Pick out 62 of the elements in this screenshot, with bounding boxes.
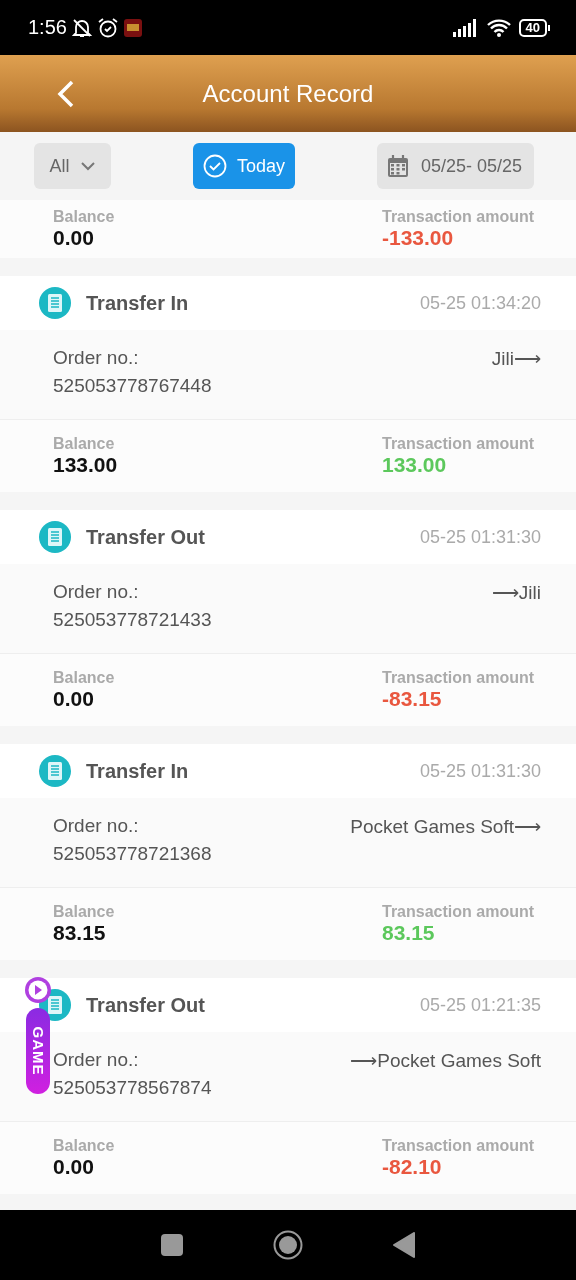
record-title: Transfer Out bbox=[86, 525, 205, 549]
amount-label: Transaction amount bbox=[382, 1137, 536, 1155]
balance-label: Balance bbox=[53, 669, 115, 687]
order-label: Order no.: bbox=[53, 1049, 140, 1071]
record-time: 05-25 01:21:35 bbox=[419, 994, 541, 1016]
amount-label: Transaction amount bbox=[382, 903, 536, 921]
balance-value: 133.00 bbox=[53, 453, 118, 477]
wifi-icon bbox=[486, 18, 511, 37]
chevron-icon bbox=[79, 161, 96, 171]
balance-label: Balance bbox=[53, 208, 115, 226]
receipt-icon bbox=[38, 520, 72, 554]
recents-icon[interactable] bbox=[161, 1234, 183, 1256]
page-title: Account Record bbox=[202, 79, 374, 108]
transfer-route: Jili⟶ bbox=[491, 347, 541, 371]
record-title: Transfer In bbox=[86, 759, 189, 783]
balance-label: Balance bbox=[53, 435, 116, 453]
today-button[interactable]: Today bbox=[192, 143, 295, 189]
game-badge[interactable]: GAME bbox=[26, 1008, 50, 1094]
calendar-icon bbox=[386, 154, 409, 178]
order-label: Order no.: bbox=[53, 815, 140, 837]
balance-label: Balance bbox=[53, 903, 115, 921]
type-dropdown[interactable]: All bbox=[34, 143, 111, 189]
date-range-button[interactable]: 05/25- 05/25 bbox=[376, 143, 534, 189]
receipt-icon bbox=[38, 754, 72, 788]
transfer-route: Pocket Games Soft⟶ bbox=[350, 815, 541, 839]
transfer-route: ⟶Jili bbox=[491, 581, 541, 605]
battery-indicator: 40 bbox=[518, 18, 550, 37]
order-number: 525053778567874 bbox=[53, 1077, 212, 1099]
order-number: 525053778767448 bbox=[53, 375, 212, 397]
home-icon[interactable] bbox=[273, 1230, 303, 1260]
bell-off-icon bbox=[70, 16, 93, 39]
transfer-route: ⟶Pocket Games Soft bbox=[350, 1049, 541, 1073]
alarm-icon bbox=[96, 16, 119, 39]
balance-value: 0.00 bbox=[53, 226, 95, 250]
app-icon bbox=[122, 17, 143, 38]
record-title: Transfer Out bbox=[86, 993, 205, 1017]
balance-value: 0.00 bbox=[53, 687, 95, 711]
signal-icon bbox=[452, 18, 479, 37]
record-title: Transfer In bbox=[86, 291, 189, 315]
check-circle-icon bbox=[202, 154, 227, 178]
record-time: 05-25 01:34:20 bbox=[419, 292, 541, 314]
status-time: 1:56 bbox=[28, 16, 67, 39]
amount-label: Transaction amount bbox=[382, 208, 536, 226]
balance-value: 0.00 bbox=[53, 1155, 95, 1179]
back-nav-icon[interactable] bbox=[393, 1232, 415, 1258]
record-time: 05-25 01:31:30 bbox=[419, 526, 541, 548]
transaction-amount: 83.15 bbox=[382, 921, 436, 945]
amount-label: Transaction amount bbox=[382, 669, 536, 687]
receipt-icon bbox=[38, 286, 72, 320]
play-icon[interactable] bbox=[24, 976, 52, 1004]
amount-label: Transaction amount bbox=[382, 435, 536, 453]
balance-label: Balance bbox=[53, 1137, 115, 1155]
order-number: 525053778721433 bbox=[53, 609, 212, 631]
order-label: Order no.: bbox=[53, 347, 140, 369]
transaction-amount: -133.00 bbox=[382, 226, 455, 250]
order-label: Order no.: bbox=[53, 581, 140, 603]
transaction-amount: -82.10 bbox=[382, 1155, 443, 1179]
record-time: 05-25 01:31:30 bbox=[419, 760, 541, 782]
transaction-amount: 133.00 bbox=[382, 453, 448, 477]
transaction-amount: -83.15 bbox=[382, 687, 443, 711]
order-number: 525053778721368 bbox=[53, 843, 212, 865]
balance-value: 83.15 bbox=[53, 921, 107, 945]
